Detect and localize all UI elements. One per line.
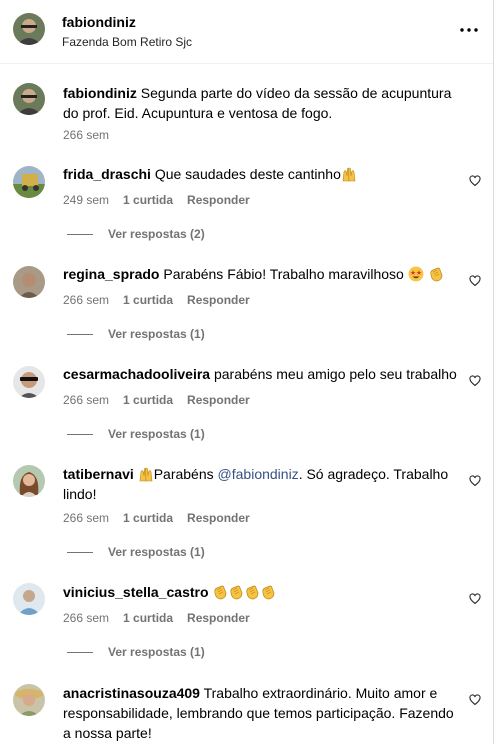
reply-button[interactable]: Responder xyxy=(187,293,250,307)
commenter-avatar[interactable] xyxy=(13,684,45,716)
comment-text: frida_draschi Que saudades deste cantinh… xyxy=(63,164,457,184)
replies-divider xyxy=(67,551,93,553)
commenter-avatar[interactable] xyxy=(13,583,45,615)
comment-username[interactable]: frida_draschi xyxy=(63,166,151,182)
reply-button[interactable]: Responder xyxy=(187,393,250,407)
comment-meta: 266 sem 1 curtida Responder xyxy=(63,610,264,626)
comment-likes[interactable]: 1 curtida xyxy=(123,611,173,625)
heart-outline-icon xyxy=(469,475,481,487)
heart-outline-icon xyxy=(469,375,481,387)
comment-meta: 266 sem 1 curtida Responder xyxy=(63,392,264,408)
post-comments-panel: fabiondiniz Fazenda Bom Retiro Sjc fabio… xyxy=(0,0,494,744)
author-avatar[interactable] xyxy=(13,13,45,45)
view-replies-button[interactable]: Ver respostas (2) xyxy=(67,227,205,241)
comment-username[interactable]: cesarmachadooliveira xyxy=(63,366,210,382)
comment-body: Parabéns xyxy=(153,466,214,482)
view-replies-label: Ver respostas (1) xyxy=(108,645,205,659)
caption-username[interactable]: fabiondiniz xyxy=(63,85,137,101)
comment-time[interactable]: 266 sem xyxy=(63,293,109,307)
view-replies-button[interactable]: Ver respostas (1) xyxy=(67,427,205,441)
mention-link[interactable]: @fabiondiniz xyxy=(218,466,299,482)
like-button[interactable] xyxy=(469,474,481,487)
like-button[interactable] xyxy=(469,374,481,387)
view-replies-label: Ver respostas (1) xyxy=(108,427,205,441)
comment-body: Que saudades deste cantinho xyxy=(154,166,341,182)
comment-username[interactable]: regina_sprado xyxy=(63,266,159,282)
commenter-avatar[interactable] xyxy=(13,166,45,198)
comment-text: vinicius_stella_castro xyxy=(63,582,457,602)
raising-hands-emoji xyxy=(342,167,356,182)
comment-username[interactable]: tatibernavi xyxy=(63,466,134,482)
heart-outline-icon xyxy=(469,694,481,706)
comment-time[interactable]: 266 sem xyxy=(63,611,109,625)
commenter-avatar[interactable] xyxy=(13,465,45,497)
clapping-hands-emoji xyxy=(214,585,227,600)
post-location[interactable]: Fazenda Bom Retiro Sjc xyxy=(62,35,192,49)
comment-text: regina_sprado Parabéns Fábio! Trabalho m… xyxy=(63,264,457,284)
comment-body: parabéns meu amigo pelo seu trabalho xyxy=(213,366,457,382)
caption-text: fabiondiniz Segunda parte do vídeo da se… xyxy=(63,83,469,123)
like-button[interactable] xyxy=(469,174,481,187)
reply-button[interactable]: Responder xyxy=(187,611,250,625)
post-header: fabiondiniz Fazenda Bom Retiro Sjc xyxy=(0,0,493,64)
heart-outline-icon xyxy=(469,175,481,187)
reply-button[interactable]: Responder xyxy=(187,193,250,207)
comment-username[interactable]: anacristinasouza409 xyxy=(63,685,200,701)
comment-time[interactable]: 266 sem xyxy=(63,393,109,407)
comment-likes[interactable]: 1 curtida xyxy=(123,293,173,307)
view-replies-label: Ver respostas (1) xyxy=(108,327,205,341)
comment-text: tatibernavi Parabéns @fabiondiniz. Só ag… xyxy=(63,464,457,504)
commenter-avatar[interactable] xyxy=(13,266,45,298)
comment-time[interactable]: 266 sem xyxy=(63,511,109,525)
clapping-hands-emoji xyxy=(230,585,243,600)
like-button[interactable] xyxy=(469,274,481,287)
comment-meta: 266 sem 1 curtida Responder xyxy=(63,510,264,526)
comment-meta: 249 sem 1 curtida Responder xyxy=(63,192,264,208)
comment-body: Parabéns Fábio! Trabalho maravilhoso xyxy=(163,266,404,282)
like-button[interactable] xyxy=(469,693,481,706)
caption-meta: 266 sem xyxy=(63,127,123,143)
more-horizontal-icon xyxy=(460,28,478,32)
clapping-hands-emoji xyxy=(262,585,275,600)
view-replies-label: Ver respostas (1) xyxy=(108,545,205,559)
clapping-hands-emoji xyxy=(246,585,259,600)
comment-username[interactable]: vinicius_stella_castro xyxy=(63,584,209,600)
star-struck-emoji xyxy=(408,266,424,282)
replies-divider xyxy=(67,433,93,435)
raising-hands-emoji xyxy=(139,467,153,482)
caption-time[interactable]: 266 sem xyxy=(63,128,109,142)
replies-divider xyxy=(67,333,93,335)
commenter-avatar[interactable] xyxy=(13,366,45,398)
comment-meta: 266 sem 1 curtida Responder xyxy=(63,292,264,308)
comment-likes[interactable]: 1 curtida xyxy=(123,393,173,407)
clapping-hands-emoji xyxy=(430,267,442,282)
comment-likes[interactable]: 1 curtida xyxy=(123,193,173,207)
comment-likes[interactable]: 1 curtida xyxy=(123,511,173,525)
caption-avatar[interactable] xyxy=(13,83,45,115)
clap-emoji-group xyxy=(212,584,276,600)
view-replies-button[interactable]: Ver respostas (1) xyxy=(67,645,205,659)
view-replies-label: Ver respostas (2) xyxy=(108,227,205,241)
reply-button[interactable]: Responder xyxy=(187,511,250,525)
comment-text: anacristinasouza409 Trabalho extraordiná… xyxy=(63,683,457,743)
comment-text: cesarmachadooliveira parabéns meu amigo … xyxy=(63,364,457,384)
view-replies-button[interactable]: Ver respostas (1) xyxy=(67,327,205,341)
more-options-button[interactable] xyxy=(457,22,481,38)
replies-divider xyxy=(67,233,93,235)
replies-divider xyxy=(67,651,93,653)
heart-outline-icon xyxy=(469,275,481,287)
author-username[interactable]: fabiondiniz xyxy=(62,14,136,30)
comment-time[interactable]: 249 sem xyxy=(63,193,109,207)
view-replies-button[interactable]: Ver respostas (1) xyxy=(67,545,205,559)
like-button[interactable] xyxy=(469,592,481,605)
heart-outline-icon xyxy=(469,593,481,605)
